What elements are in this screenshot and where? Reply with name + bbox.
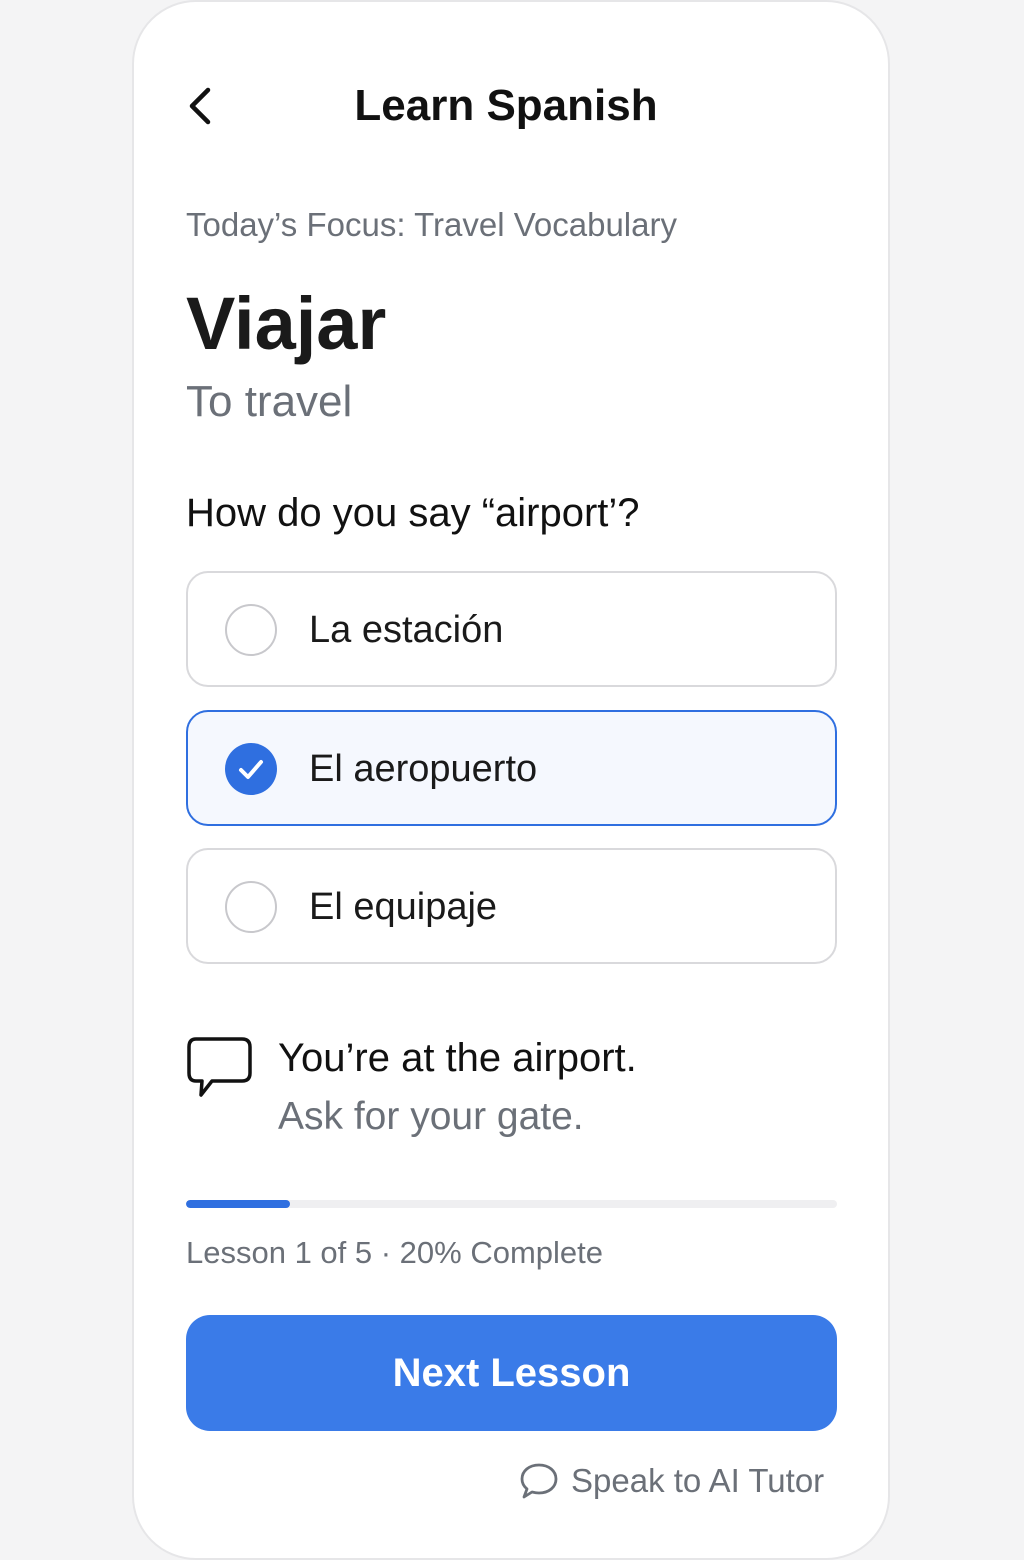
answer-option-label: La estación xyxy=(309,609,504,651)
scenario-instruction: Ask for your gate. xyxy=(278,1095,584,1138)
speak-to-ai-tutor-label: Speak to AI Tutor xyxy=(571,1462,825,1499)
chevron-left-icon xyxy=(189,87,211,125)
progress-bar xyxy=(186,1200,837,1208)
answer-option[interactable]: La estación xyxy=(186,571,837,687)
progress-bar-fill xyxy=(186,1200,291,1208)
speech-bubble-icon xyxy=(187,1037,252,1097)
focus-label: Today’s Focus: Travel Vocabulary xyxy=(186,206,677,243)
radio-unchecked-icon xyxy=(225,881,277,933)
vocab-translation: To travel xyxy=(186,377,353,426)
radio-unchecked-icon xyxy=(225,604,277,656)
quiz-question: How do you say “airport’? xyxy=(186,491,640,535)
progress-label: Lesson 1 of 5 · 20% Complete xyxy=(186,1235,604,1270)
chat-bubble-icon xyxy=(520,1463,558,1499)
vocab-word: Viajar xyxy=(186,282,387,365)
answer-option-label: El aeropuerto xyxy=(309,748,538,790)
radio-checked-icon xyxy=(225,743,277,795)
page-title: Learn Spanish xyxy=(354,81,658,130)
answer-option-label: El equipaje xyxy=(309,886,498,928)
back-button[interactable] xyxy=(184,84,224,128)
scenario-prompt: You’re at the airport. xyxy=(278,1036,637,1080)
answer-option-selected[interactable]: El aeropuerto xyxy=(186,710,837,826)
next-lesson-button[interactable]: Next Lesson xyxy=(186,1315,837,1431)
answer-option[interactable]: El equipaje xyxy=(186,848,837,964)
